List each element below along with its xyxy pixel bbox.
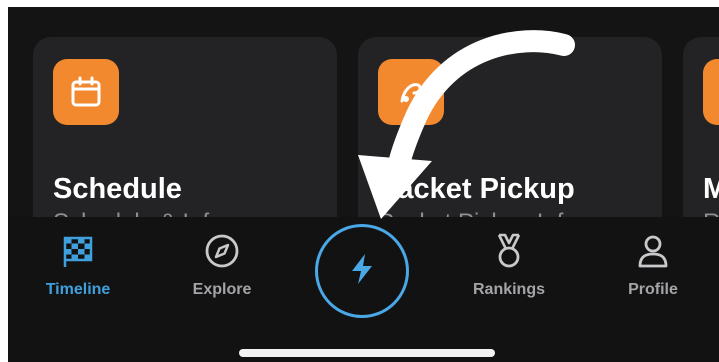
tab-label: Explore — [192, 281, 252, 298]
tab-label: Rankings — [472, 281, 545, 298]
card-title: Packet Pickup — [378, 173, 575, 205]
tab-profile[interactable]: Profile — [598, 231, 708, 311]
tab-label: Profile — [628, 281, 678, 298]
app-screen: Schedule Schedule & Info Packet Pickup P… — [8, 7, 719, 362]
partial-icon — [703, 59, 719, 125]
quick-action-button[interactable] — [315, 224, 409, 318]
compass-icon — [202, 231, 242, 271]
card-schedule[interactable]: Schedule Schedule & Info — [33, 37, 337, 247]
tab-timeline[interactable]: Timeline — [23, 231, 133, 311]
home-indicator — [239, 349, 495, 357]
tab-explore[interactable]: Explore — [167, 231, 277, 311]
calendar-icon — [53, 59, 119, 125]
tab-rankings[interactable]: Rankings — [454, 231, 564, 311]
tab-bar: Timeline Explore Rankings Profile — [8, 217, 719, 362]
checkered-flag-icon — [58, 231, 98, 271]
lightning-icon — [347, 252, 377, 291]
pickup-icon — [378, 59, 444, 125]
card-title: Schedule — [53, 173, 182, 205]
card-packet-pickup[interactable]: Packet Pickup Packet Pickup Infor... — [358, 37, 662, 247]
tab-label: Timeline — [45, 281, 111, 298]
card-partial[interactable]: M Ra — [683, 37, 719, 247]
person-icon — [633, 231, 673, 271]
card-title: M — [703, 173, 719, 205]
medal-icon — [489, 231, 529, 271]
